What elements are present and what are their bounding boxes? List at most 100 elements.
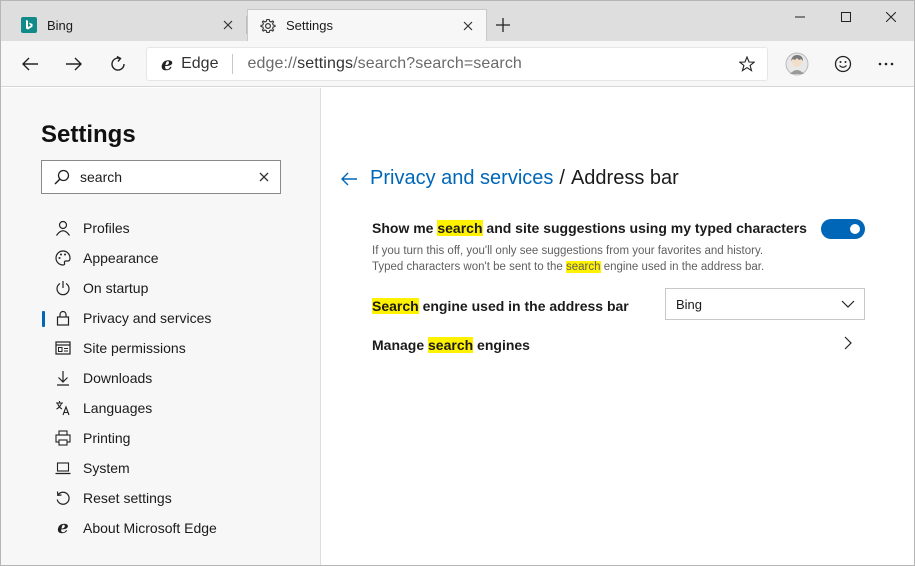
suggestions-description: If you turn this off, you'll only see su…: [372, 243, 764, 275]
suggestions-toggle[interactable]: [821, 219, 865, 239]
sidebar-item-languages[interactable]: Languages: [41, 393, 311, 423]
close-tab-icon[interactable]: [456, 14, 480, 38]
minimize-icon[interactable]: [777, 1, 823, 33]
sidebar-item-label: Printing: [83, 430, 131, 446]
person-icon: [53, 218, 73, 238]
back-icon[interactable]: [14, 48, 46, 80]
chevron-down-icon: [832, 300, 864, 308]
tab-title: Settings: [286, 18, 333, 33]
settings-title: Settings: [41, 121, 136, 148]
sidebar-item-label: Languages: [83, 400, 153, 416]
settings-search-input[interactable]: search: [41, 160, 281, 194]
selected-engine: Bing: [676, 296, 703, 312]
search-highlight: search: [437, 220, 483, 236]
languages-icon: [53, 398, 73, 418]
printer-icon: [53, 428, 73, 448]
suggestions-title-part: and site suggestions using my typed char…: [482, 220, 807, 236]
search-value: search: [80, 169, 123, 185]
forward-icon[interactable]: [58, 48, 90, 80]
edge-logo-icon: e: [57, 517, 69, 538]
sidebar-item-label: On startup: [83, 280, 149, 296]
more-menu-icon[interactable]: [870, 48, 902, 80]
browser-window: Bing Settings e Edge edge://settings/sea…: [0, 0, 915, 566]
feedback-smiley-icon[interactable]: [827, 48, 859, 80]
laptop-icon: [53, 458, 73, 478]
download-icon: [53, 368, 73, 388]
tab-bing[interactable]: Bing: [9, 9, 246, 41]
chevron-right-icon[interactable]: [840, 335, 856, 351]
sidebar-item-reset-settings[interactable]: Reset settings: [41, 483, 311, 513]
tab-settings[interactable]: Settings: [247, 9, 487, 41]
close-window-icon[interactable]: [868, 1, 914, 33]
tab-strip: Bing Settings: [1, 1, 914, 41]
breadcrumb: Privacy and services / Address bar: [338, 167, 679, 190]
edge-logo-icon: e: [161, 53, 174, 75]
search-engine-label: Search engine used in the address bar: [372, 298, 629, 314]
toggle-knob: [850, 224, 860, 234]
manage-label-part: Manage: [372, 337, 429, 353]
sidebar-item-label: Site permissions: [83, 340, 186, 356]
search-highlight: search: [565, 261, 601, 273]
site-permissions-icon: [53, 338, 73, 358]
sidebar-item-printing[interactable]: Printing: [41, 423, 311, 453]
search-highlight: search: [428, 337, 474, 353]
suggestions-title-part: Show me: [372, 220, 438, 236]
sidebar-item-site-permissions[interactable]: Site permissions: [41, 333, 311, 363]
breadcrumb-separator: /: [559, 167, 565, 189]
sidebar-item-label: About Microsoft Edge: [83, 520, 217, 536]
favorite-star-icon[interactable]: [731, 48, 763, 80]
settings-nav: Profiles Appearance On startup Privacy a…: [41, 213, 311, 543]
manage-search-engines-label[interactable]: Manage search engines: [372, 337, 530, 353]
new-tab-icon[interactable]: [491, 13, 515, 37]
palette-icon: [53, 248, 73, 268]
back-arrow-icon[interactable]: [338, 168, 360, 190]
sidebar-item-label: Appearance: [83, 250, 159, 266]
description-part: Typed characters won't be sent to the: [372, 261, 566, 273]
page-title: Address bar: [570, 167, 679, 189]
search-icon: [52, 167, 72, 187]
maximize-icon[interactable]: [823, 1, 869, 33]
sidebar-item-on-startup[interactable]: On startup: [41, 273, 311, 303]
settings-content: Privacy and services / Address bar Show …: [322, 88, 914, 565]
search-engine-label-part: engine used in the address bar: [418, 298, 629, 314]
breadcrumb-parent-link[interactable]: Privacy and services: [370, 167, 553, 190]
sidebar-item-label: System: [83, 460, 130, 476]
tab-title: Bing: [47, 17, 74, 33]
sidebar-item-label: Profiles: [83, 220, 130, 236]
clear-search-icon[interactable]: [252, 165, 276, 189]
toolbar: e Edge edge://settings/search?search=sea…: [1, 41, 914, 87]
url-text[interactable]: edge://settings/search?search=search: [247, 55, 731, 73]
sidebar-item-label: Reset settings: [83, 490, 172, 506]
refresh-icon[interactable]: [102, 48, 134, 80]
manage-label-part: engines: [473, 337, 530, 353]
settings-sidebar: Settings search Profiles Appearance On s…: [1, 88, 321, 565]
sidebar-item-privacy[interactable]: Privacy and services: [41, 303, 311, 333]
sidebar-item-label: Privacy and services: [83, 310, 212, 326]
description-line: Typed characters won't be sent to the se…: [372, 259, 764, 275]
description-part: engine used in the address bar.: [600, 261, 765, 273]
reset-icon: [53, 488, 73, 508]
bing-icon: [21, 17, 37, 33]
profile-avatar[interactable]: [781, 48, 813, 80]
sidebar-item-about[interactable]: e About Microsoft Edge: [41, 513, 311, 543]
lock-icon: [53, 308, 73, 328]
power-icon: [53, 278, 73, 298]
search-highlight: Search: [372, 298, 419, 314]
url-scheme: edge://: [247, 55, 298, 72]
address-bar[interactable]: e Edge edge://settings/search?search=sea…: [146, 47, 768, 81]
description-line: If you turn this off, you'll only see su…: [372, 245, 764, 257]
sidebar-item-downloads[interactable]: Downloads: [41, 363, 311, 393]
url-path: /search?search=search: [353, 55, 522, 72]
edge-brand-label: Edge: [181, 55, 219, 72]
sidebar-item-label: Downloads: [83, 370, 153, 386]
search-engine-select[interactable]: Bing: [665, 288, 865, 320]
close-tab-icon[interactable]: [216, 13, 240, 37]
suggestions-setting-title: Show me search and site suggestions usin…: [372, 220, 807, 236]
sidebar-item-system[interactable]: System: [41, 453, 311, 483]
sidebar-item-profiles[interactable]: Profiles: [41, 213, 311, 243]
url-host: settings: [297, 55, 354, 72]
edge-identity: e Edge: [161, 53, 218, 75]
gear-icon: [260, 18, 276, 34]
sidebar-item-appearance[interactable]: Appearance: [41, 243, 311, 273]
address-divider: [232, 54, 234, 74]
